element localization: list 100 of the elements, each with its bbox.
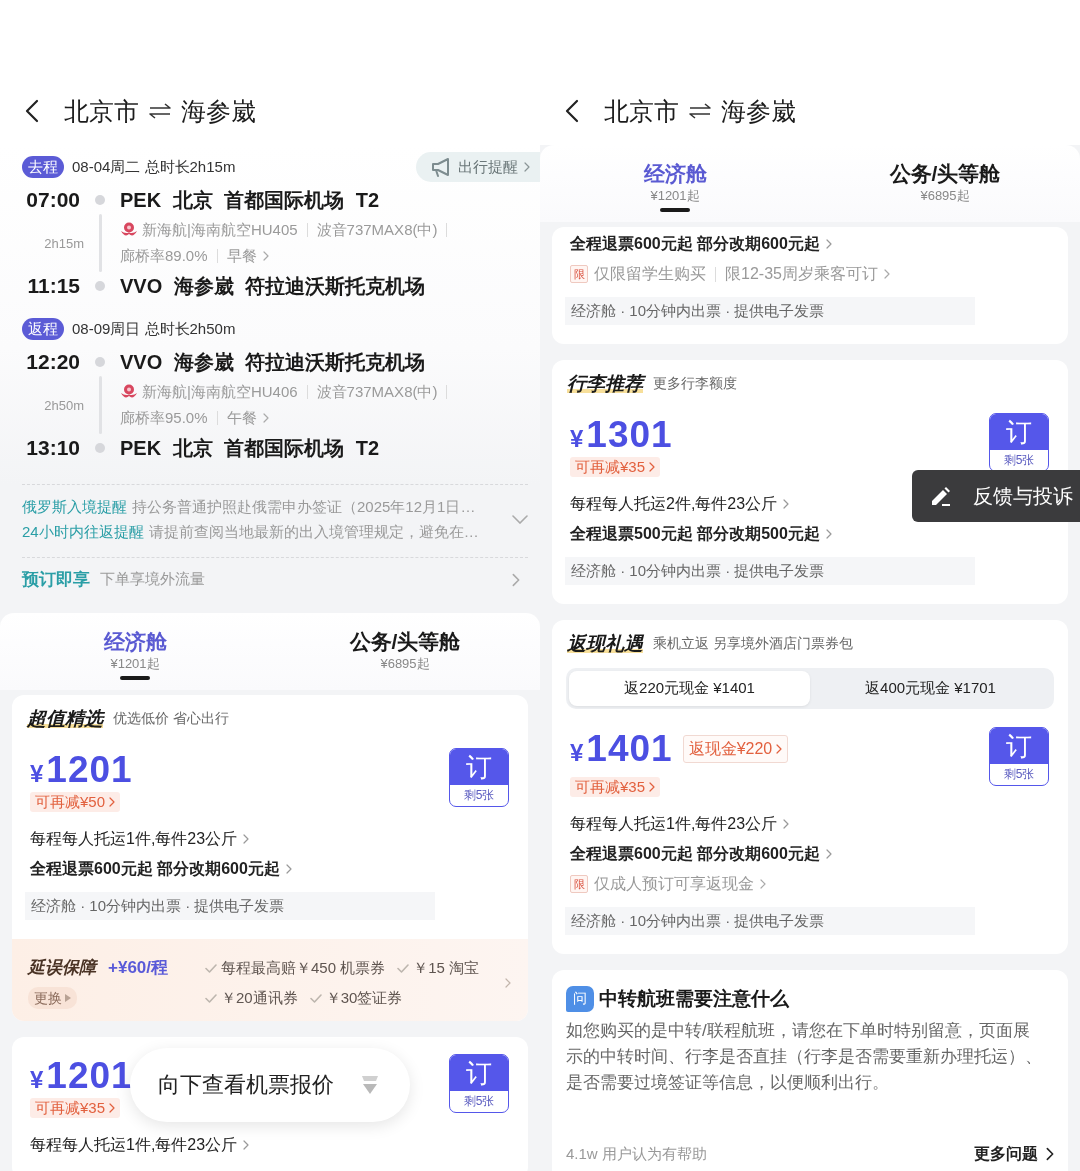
cashback-button[interactable]: 返现金¥220	[682, 735, 789, 763]
leg-badge: 去程	[22, 156, 64, 178]
timeline-dot	[95, 357, 105, 367]
feature-strip: 经济舱 · 10分钟内出票 · 提供电子发票	[565, 557, 975, 585]
check-icon	[205, 963, 217, 973]
departure-airport: PEK 北京 首都国际机场 T2	[120, 188, 380, 212]
refund-policy-button[interactable]: 全程退票600元起 部分改期600元起	[30, 854, 292, 884]
arrival-time: 13:10	[26, 436, 80, 460]
chevron-icon	[109, 1103, 116, 1113]
question-badge: 问	[566, 986, 594, 1012]
baggage-allowance-button[interactable]: 每程每人托运1件,每件23公斤	[570, 809, 790, 839]
down-arrow-icon	[360, 1074, 380, 1096]
change-button[interactable]: 更换	[28, 987, 77, 1009]
cabin-tab[interactable]: 经济舱 ¥1201起	[540, 145, 810, 222]
insurance-price: +¥60/程	[108, 957, 168, 979]
chevron-icon	[243, 834, 250, 844]
bridge-rate: 廊桥率95.0%	[120, 408, 208, 428]
perk-title: 预订即享	[22, 569, 90, 591]
section-subtitle: 更多行李额度	[653, 375, 737, 393]
pen-icon	[929, 485, 953, 507]
travel-reminder-button[interactable]: 出行提醒	[416, 152, 540, 182]
book-button[interactable]: 订 剩5张	[989, 413, 1049, 472]
airline-logo-icon	[120, 384, 138, 400]
restriction-text: 仅成人预订可享返现金	[594, 873, 754, 894]
refund-policy-button[interactable]: 全程退票500元起 部分改期500元起	[570, 519, 832, 549]
flight-duration: 2h50m	[44, 397, 84, 413]
feature-strip: 经济舱 · 10分钟内出票 · 提供电子发票	[25, 892, 435, 920]
benefit-text: ￥15 淘宝	[413, 958, 480, 978]
flight-info: 波音737MAX8(中)	[316, 382, 438, 402]
back-icon[interactable]	[25, 99, 39, 123]
leg-summary: 08-09周日 总时长2h50m	[72, 319, 236, 339]
cashback-option[interactable]: 返220元现金 ¥1401	[569, 671, 810, 706]
perk-text: 下单享境外流量	[100, 570, 205, 589]
timeline-dot	[95, 281, 105, 291]
notice-title: 24小时内往返提醒	[22, 522, 144, 542]
back-icon[interactable]	[565, 99, 579, 123]
section-title: 超值精选	[27, 708, 103, 730]
flight-duration: 2h15m	[44, 235, 84, 251]
origin-city: 北京市	[64, 95, 139, 127]
restriction-tag: 限	[570, 875, 588, 893]
section-subtitle: 乘机立返 另享境外酒店门票券包	[653, 635, 853, 653]
chevron-icon	[783, 499, 790, 509]
baggage-allowance-button[interactable]: 每程每人托运1件,每件23公斤	[30, 1130, 250, 1160]
leg-badge: 返程	[22, 318, 64, 340]
chevron-icon	[776, 744, 783, 754]
feedback-button[interactable]: 反馈与投诉	[912, 470, 1080, 522]
book-button[interactable]: 订 剩5张	[989, 727, 1049, 786]
timeline-dot	[95, 195, 105, 205]
check-icon	[309, 993, 322, 1003]
notice-title: 俄罗斯入境提醒	[22, 497, 127, 517]
restriction-text: 仅限留学生购买	[594, 263, 706, 284]
chevron-icon	[825, 529, 832, 539]
cashback-option[interactable]: 返400元现金 ¥1701	[810, 671, 1051, 706]
caret-icon	[65, 994, 71, 1002]
timeline-dot	[95, 443, 105, 453]
section-title: 返现礼遇	[567, 633, 643, 655]
origin-city: 北京市	[604, 95, 679, 127]
chevron-icon	[649, 782, 656, 792]
chevron-icon	[262, 251, 269, 261]
faq-title: 中转航班需要注意什么	[599, 987, 789, 1011]
check-icon	[205, 993, 217, 1003]
feature-strip: 经济舱 · 10分钟内出票 · 提供电子发票	[565, 297, 975, 325]
tab-indicator	[120, 676, 150, 680]
arrival-airport: PEK 北京 首都国际机场 T2	[120, 436, 380, 460]
scroll-hint-button[interactable]: 向下查看机票报价	[130, 1048, 410, 1122]
fare-price: ¥1301	[570, 413, 673, 457]
restriction-tag: 限	[570, 265, 588, 283]
chevron-icon	[649, 462, 656, 472]
book-button[interactable]: 订 剩5张	[449, 748, 509, 807]
benefit-text: ￥30签证券	[325, 988, 403, 1008]
flight-info: 新海航|海南航空HU405	[142, 220, 298, 240]
chevron-icon	[285, 864, 292, 874]
refund-policy-button[interactable]: 全程退票600元起 部分改期600元起	[570, 839, 832, 869]
baggage-allowance-button[interactable]: 每程每人托运1件,每件23公斤	[30, 824, 250, 854]
fare-price: ¥1401	[570, 727, 673, 771]
cabin-tab[interactable]: 公务/头等舱 ¥6895起	[270, 613, 540, 690]
fare-price: ¥1201	[30, 748, 133, 792]
chevron-icon	[883, 269, 890, 279]
chevron-icon	[825, 239, 832, 249]
chevron-icon	[524, 162, 530, 172]
chevron-icon	[825, 849, 832, 859]
airline-logo-icon	[120, 222, 138, 238]
flight-info: 波音737MAX8(中)	[316, 220, 438, 240]
arrival-time: 11:15	[27, 274, 80, 298]
notice-text: 请提前查阅当地最新的出入境管理规定，避免在…	[148, 522, 479, 542]
baggage-allowance-button[interactable]: 每程每人托运2件,每件23公斤	[570, 489, 790, 519]
cabin-tab[interactable]: 公务/头等舱 ¥6895起	[810, 145, 1080, 222]
cabin-tab[interactable]: 经济舱 ¥1201起	[0, 613, 270, 690]
refund-policy-button[interactable]: 全程退票600元起 部分改期600元起	[570, 229, 832, 259]
tab-indicator	[660, 208, 690, 212]
chevron-icon	[262, 413, 269, 423]
megaphone-icon	[430, 156, 452, 178]
more-questions-button[interactable]: 更多问题	[974, 1143, 1054, 1165]
chevron-icon	[783, 819, 790, 829]
helpful-count: 4.1w 用户认为有帮助	[566, 1144, 707, 1164]
chevron-icon	[243, 1140, 250, 1150]
chevron-icon	[109, 797, 116, 807]
book-button[interactable]: 订 剩5张	[449, 1054, 509, 1113]
departure-airport: VVO 海参崴 符拉迪沃斯托克机场	[120, 350, 426, 374]
benefit-text: ￥20通讯券	[221, 988, 298, 1008]
